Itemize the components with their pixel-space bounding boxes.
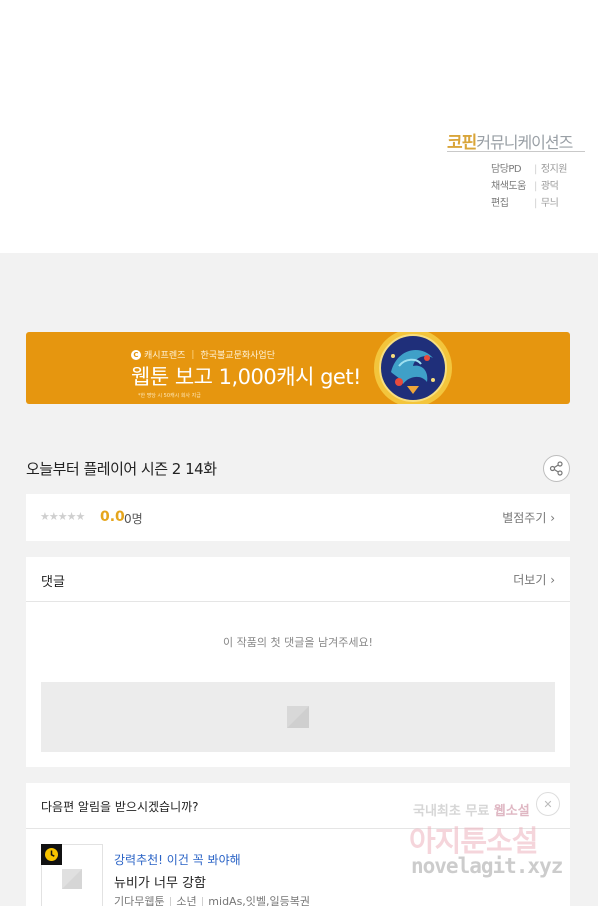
comments-empty-message: 이 작품의 첫 댓글을 남겨주세요! [223, 636, 373, 649]
share-icon [549, 461, 563, 476]
comments-title: 댓글 [41, 575, 65, 590]
meta-separator: | [168, 895, 173, 906]
comments-more-link[interactable]: 더보기 › [513, 571, 555, 588]
recommend-title[interactable]: 뉴비가 너무 강함 [114, 872, 206, 891]
rating-score: 0.0 [100, 509, 125, 525]
dragon-emblem-icon [374, 332, 452, 404]
credit-row-color: 채색도움 | 광덕 [491, 177, 559, 192]
promo-banner[interactable]: C 캐시프렌즈 | 한국불교문화사업단 웹툰 보고 1,000캐시 get! *… [26, 332, 570, 404]
credit-row-pd: 담당PD | 정지원 [491, 160, 567, 175]
rate-button[interactable]: 별점주기 › [502, 509, 555, 526]
publisher-logo-text: 커뮤니케이션즈 [476, 133, 573, 152]
rating-panel: ★★★★★ 0.0 0명 별점주기 › [26, 494, 570, 541]
share-button[interactable] [543, 455, 570, 482]
credit-role: 편집 [491, 198, 509, 209]
notify-divider [26, 828, 570, 829]
recommend-genre: 기다무웹툰 [114, 895, 165, 906]
comments-header: 댓글 더보기 › [26, 557, 570, 602]
meta-separator: | [200, 895, 205, 906]
recommend-authors: midAs,잇벨,일등복권 [208, 895, 311, 906]
banner-fine-print: *한 명당 시 50캐시 회사 지급 [138, 393, 201, 399]
publisher-logo-highlight: 코핀 [447, 133, 477, 153]
image-placeholder-icon [287, 706, 309, 728]
credit-separator: | [534, 181, 537, 192]
recommend-thumbnail[interactable] [41, 844, 103, 906]
comment-ad-placeholder [41, 682, 555, 752]
rating-count: 0명 [124, 512, 143, 526]
banner-subtitle: C 캐시프렌즈 | 한국불교문화사업단 [131, 348, 275, 361]
notify-close-button[interactable]: ✕ [536, 792, 560, 816]
recommend-meta: 기다무웹툰 | 소년 | midAs,잇벨,일등복권 [114, 893, 310, 906]
episode-title: 오늘부터 플레이어 시즌 2 14화 [26, 460, 217, 478]
notify-panel: 다음편 알림을 받으시겠습니까? ✕ 강력추천! 이건 꼭 봐야해 뉴비가 너무… [26, 783, 570, 906]
rating-stars: ★★★★★ [40, 510, 85, 523]
banner-separator: | [191, 349, 195, 360]
credit-separator: | [534, 164, 537, 175]
credit-row-edit: 편집 | 무늬 [491, 194, 559, 209]
image-placeholder-icon [62, 869, 82, 889]
credit-name: 정지원 [540, 164, 568, 175]
wait-free-badge [41, 844, 62, 865]
credits-section: 코핀커뮤니케이션즈 담당PD | 정지원 채색도움 | 광덕 편집 | 무늬 [0, 0, 598, 253]
credit-separator: | [534, 198, 537, 209]
recommend-category: 소년 [176, 895, 197, 906]
credit-name: 광덕 [540, 181, 559, 192]
recommend-tag: 강력추천! 이건 꼭 봐야해 [114, 853, 241, 867]
banner-partner: 한국불교문화사업단 [200, 351, 275, 361]
comments-panel: 댓글 더보기 › 이 작품의 첫 댓글을 남겨주세요! [26, 557, 570, 767]
banner-title: 웹툰 보고 1,000캐시 get! [131, 365, 361, 389]
clock-icon [45, 848, 58, 861]
notify-question: 다음편 알림을 받으시겠습니까? [41, 800, 199, 814]
credit-name: 무늬 [540, 198, 559, 209]
credit-role: 담당PD [491, 164, 522, 175]
publisher-divider [447, 151, 585, 152]
banner-brand: 캐시프렌즈 [144, 351, 186, 361]
credit-role: 채색도움 [491, 181, 526, 192]
publisher-logo: 코핀커뮤니케이션즈 [447, 128, 573, 153]
cash-friends-icon: C [131, 349, 141, 360]
